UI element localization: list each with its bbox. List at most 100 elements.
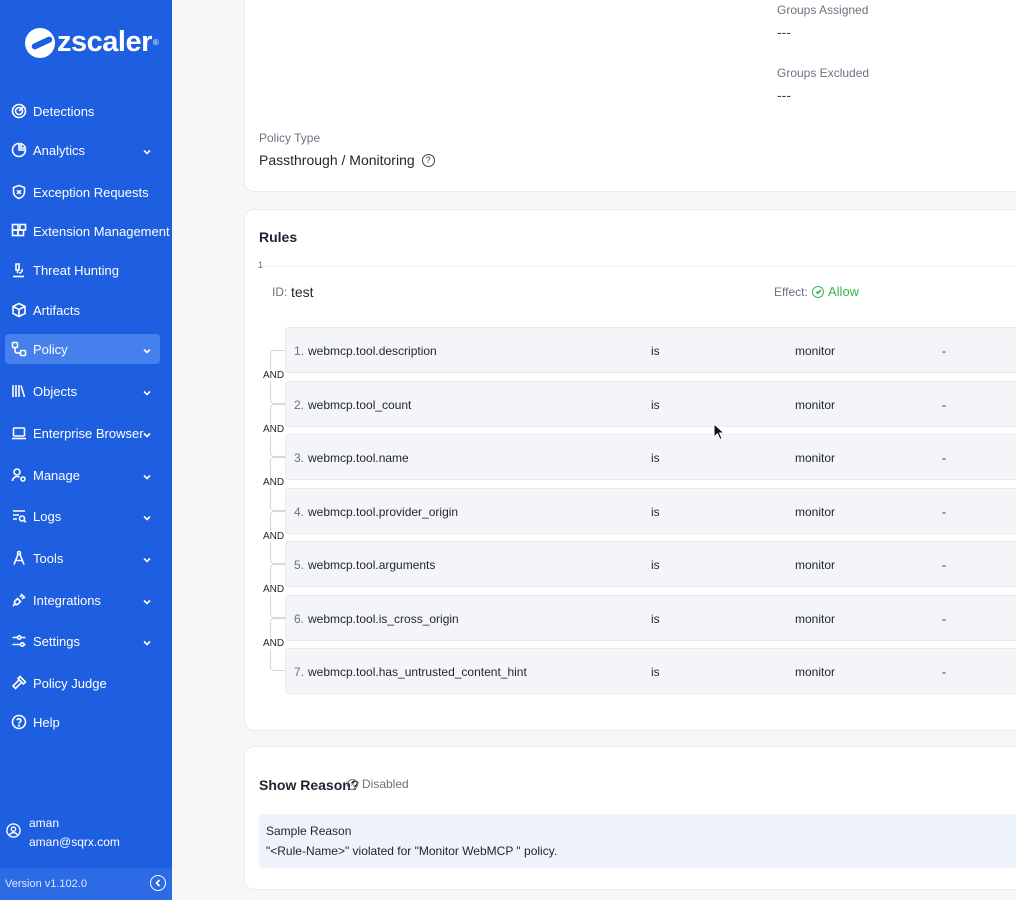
sidebar-item-label: Objects — [33, 383, 78, 399]
condition-number: 3. — [294, 451, 305, 465]
laptop-icon — [11, 425, 27, 441]
chevron-down-icon[interactable] — [142, 635, 152, 646]
log-search-icon — [11, 508, 27, 524]
condition-value: monitor — [795, 558, 836, 572]
condition-number: 5. — [294, 558, 305, 572]
condition-number: 2. — [294, 398, 305, 412]
chevron-down-icon[interactable] — [142, 594, 152, 605]
condition-field: webmcp.tool.name — [308, 451, 409, 465]
condition-row: 4. webmcp.tool.provider_origin is monitor - — [285, 488, 1016, 534]
sidebar-item-enterprise-browser[interactable]: Enterprise Browser — [5, 418, 160, 448]
sidebar-item-label: Analytics — [33, 142, 86, 158]
check-circle-icon — [812, 285, 824, 298]
condition-extra: - — [942, 665, 946, 679]
sidebar-item-label: Artifacts — [33, 302, 80, 318]
condition-extra: - — [942, 398, 946, 412]
sidebar-item-policy[interactable]: Policy — [5, 334, 160, 364]
chevron-down-icon[interactable] — [142, 385, 152, 396]
sidebar-item-settings[interactable]: Settings — [5, 626, 160, 656]
condition-field: webmcp.tool.provider_origin — [308, 505, 459, 519]
disabled-x-icon: × — [347, 778, 358, 790]
effect-value: Allow — [812, 284, 859, 299]
sidebar-item-analytics[interactable]: Analytics — [5, 135, 160, 165]
sidebar-item-detections[interactable]: Detections — [5, 96, 160, 126]
sidebar-item-label: Settings — [33, 633, 80, 649]
chevron-down-icon[interactable] — [142, 469, 152, 480]
sample-reason-box — [259, 814, 1016, 868]
sidebar-item-label: Policy — [33, 341, 68, 357]
condition-number: 7. — [294, 665, 305, 679]
user-email: aman@sqrx.com — [29, 835, 120, 849]
chevron-down-icon[interactable] — [142, 144, 152, 155]
sidebar-item-label: Policy Judge — [33, 675, 107, 691]
help-tooltip-icon[interactable]: ? — [421, 153, 435, 167]
and-connector-label: AND — [263, 584, 285, 595]
sidebar-item-threat-hunting[interactable]: Threat Hunting — [5, 255, 160, 285]
condition-value: monitor — [795, 344, 836, 358]
compass-tool-icon — [11, 550, 27, 566]
chevron-down-icon[interactable] — [142, 552, 152, 563]
sidebar-item-artifacts[interactable]: Artifacts — [5, 295, 160, 325]
chevron-down-icon[interactable] — [142, 427, 152, 438]
sidebar-item-logs[interactable]: Logs — [5, 501, 160, 531]
sidebar-item-extension-management[interactable]: Extension Management — [5, 216, 170, 246]
user-profile[interactable]: aman aman@sqrx.com — [6, 814, 120, 852]
effect-text: Allow — [828, 284, 860, 299]
condition-value: monitor — [795, 451, 836, 465]
condition-number: 4. — [294, 505, 305, 519]
package-icon — [11, 302, 27, 318]
groups-assigned-label: Groups Assigned — [777, 3, 869, 17]
sidebar-item-integrations[interactable]: Integrations — [5, 585, 160, 615]
condition-extra: - — [942, 451, 946, 465]
sidebar-item-label: Manage — [33, 467, 80, 483]
sidebar-item-tools[interactable]: Tools — [5, 543, 160, 573]
sidebar-item-objects[interactable]: Objects — [5, 376, 160, 406]
condition-value: monitor — [795, 505, 836, 519]
groups-assigned-value: --- — [777, 24, 791, 40]
microscope-icon — [11, 262, 27, 278]
radar-icon — [11, 103, 27, 119]
condition-operator: is — [651, 451, 660, 465]
chevron-down-icon[interactable] — [142, 510, 152, 521]
condition-extra: - — [942, 505, 946, 519]
condition-operator: is — [651, 344, 660, 358]
condition-value: monitor — [795, 398, 836, 412]
chevron-down-icon[interactable] — [142, 343, 152, 354]
effect-label: Effect: — [774, 285, 808, 299]
sidebar-item-label: Extension Management — [33, 223, 170, 239]
sidebar: zscaler ® Detections Analytics Exception R… — [0, 0, 172, 900]
library-icon — [11, 383, 27, 399]
mouse-cursor-icon — [713, 423, 725, 441]
sidebar-item-exception-requests[interactable]: Exception Requests — [5, 177, 160, 207]
sidebar-item-label: Threat Hunting — [33, 262, 119, 278]
rule-number: 1 — [258, 260, 264, 270]
condition-number: 1. — [294, 344, 305, 358]
condition-operator: is — [651, 505, 660, 519]
rule-id-label: ID: — [272, 285, 288, 299]
condition-extra: - — [942, 612, 946, 626]
rule-id-value: test — [291, 284, 314, 300]
condition-row: 5. webmcp.tool.arguments is monitor - — [285, 541, 1016, 587]
zscaler-logo[interactable]: zscaler ® — [25, 26, 159, 59]
user-name: aman — [29, 816, 60, 830]
sidebar-item-label: Exception Requests — [33, 184, 149, 200]
condition-number: 6. — [294, 612, 305, 626]
condition-row: 3. webmcp.tool.name is monitor - — [285, 434, 1016, 480]
sidebar-item-help[interactable]: Help — [5, 707, 160, 737]
condition-field: webmcp.tool.arguments — [308, 558, 436, 572]
blocks-icon — [11, 223, 27, 239]
sample-reason-text: "<Rule-Name>" violated for "Monitor WebM… — [266, 844, 558, 858]
version-bar: Version v1.102.0 — [0, 868, 172, 900]
brand-name: zscaler — [57, 26, 152, 58]
user-cog-icon — [11, 467, 27, 483]
condition-value: monitor — [795, 665, 836, 679]
sidebar-item-manage[interactable]: Manage — [5, 460, 160, 490]
collapse-sidebar-icon[interactable] — [150, 875, 166, 891]
policy-type-text: Passthrough / Monitoring — [259, 152, 415, 168]
sidebar-item-policy-judge[interactable]: Policy Judge — [5, 668, 160, 698]
plug-icon — [11, 592, 27, 608]
zscaler-logo-icon — [25, 27, 55, 58]
version-text: Version v1.102.0 — [5, 878, 87, 890]
rules-title: Rules — [259, 229, 298, 245]
condition-row: 1. webmcp.tool.description is monitor - — [285, 327, 1016, 373]
